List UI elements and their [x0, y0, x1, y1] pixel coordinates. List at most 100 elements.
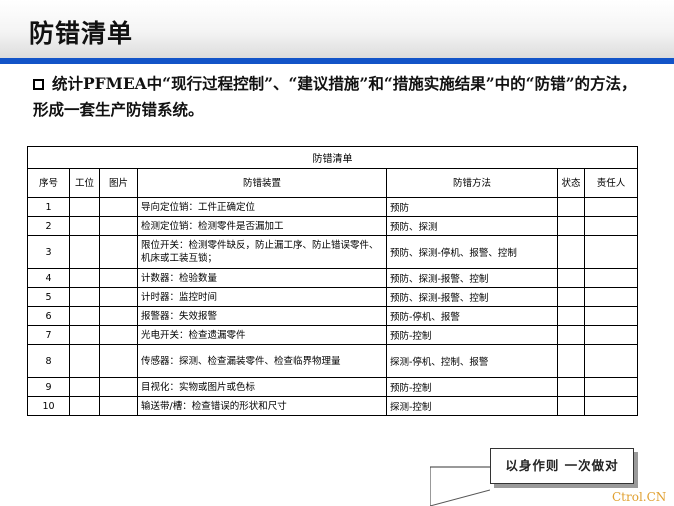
stamp-connector-lines	[430, 466, 490, 506]
cell-owner	[583, 344, 639, 378]
cell-owner	[583, 377, 639, 397]
square-bullet-icon	[33, 79, 44, 90]
cell-device: 光电开关：检查遗漏零件	[137, 325, 387, 345]
cell-no: 10	[27, 396, 70, 416]
cell-device: 导向定位销：工件正确定位	[137, 197, 387, 217]
cell-image	[99, 344, 138, 378]
table-row: 7 光电开关：检查遗漏零件 预防-控制	[27, 325, 639, 345]
header-image: 图片	[99, 168, 138, 198]
cell-station	[69, 216, 100, 236]
table-row: 5 计时器：监控时间 预防、探测-报警、控制	[27, 287, 639, 307]
cell-station	[69, 325, 100, 345]
cell-device: 计数器：检验数量	[137, 268, 387, 288]
cell-image	[99, 197, 138, 217]
header-method: 防错方法	[386, 168, 558, 198]
cell-no: 3	[27, 235, 70, 269]
cell-owner	[583, 306, 639, 326]
cell-status	[557, 197, 585, 217]
cell-owner	[583, 396, 639, 416]
page-title: 防错清单	[29, 19, 134, 48]
title-rule	[0, 58, 674, 64]
header-status: 状态	[557, 168, 585, 198]
table-row: 4 计数器：检验数量 预防、探测-报警、控制	[27, 268, 639, 288]
cell-no: 6	[27, 306, 70, 326]
cell-device: 传感器：探测、检查漏装零件、检查临界物理量	[137, 344, 387, 378]
cell-image	[99, 235, 138, 269]
cell-method: 预防-停机、报警	[386, 306, 558, 326]
cell-method: 预防	[386, 197, 558, 217]
cell-status	[557, 396, 585, 416]
table-body: 1 导向定位销：工件正确定位 预防 2 检测定位销：检测零件是否漏加工 预防、探测 3 限位开…	[27, 197, 639, 416]
cell-image	[99, 396, 138, 416]
cell-no: 5	[27, 287, 70, 307]
cell-method: 预防、探测-报警、控制	[386, 268, 558, 288]
cell-method: 预防、探测	[386, 216, 558, 236]
cell-owner	[583, 197, 639, 217]
cell-no: 2	[27, 216, 70, 236]
header-device: 防错装置	[137, 168, 387, 198]
table-row: 6 报警器：失效报警 预防-停机、报警	[27, 306, 639, 326]
table-row: 9 目视化：实物或图片或色标 预防-控制	[27, 377, 639, 397]
cell-no: 4	[27, 268, 70, 288]
cell-station	[69, 197, 100, 217]
cell-image	[99, 287, 138, 307]
cell-image	[99, 216, 138, 236]
cell-status	[557, 216, 585, 236]
intro-text: 统计PFMEA中“现行过程控制”、“建议措施”和“措施实施结果”中的“防错”的方…	[33, 74, 637, 119]
header-station: 工位	[69, 168, 100, 198]
cell-owner	[583, 325, 639, 345]
cell-status	[557, 268, 585, 288]
cell-device: 输送带/槽：检查错误的形状和尺寸	[137, 396, 387, 416]
cell-station	[69, 396, 100, 416]
watermark: Ctrol.CN	[612, 490, 667, 504]
cell-station	[69, 235, 100, 269]
cell-device: 计时器：监控时间	[137, 287, 387, 307]
cell-device: 限位开关：检测零件缺反，防止漏工序、防止错误零件、机床或工装互锁；	[137, 235, 387, 269]
cell-no: 8	[27, 344, 70, 378]
motto-stamp: 以身作则 一次做对	[490, 448, 634, 484]
cell-device: 目视化：实物或图片或色标	[137, 377, 387, 397]
cell-owner	[583, 216, 639, 236]
cell-method: 探测-停机、控制、报警	[386, 344, 558, 378]
cell-no: 1	[27, 197, 70, 217]
cell-station	[69, 268, 100, 288]
header-owner: 责任人	[583, 168, 639, 198]
motto-text: 以身作则 一次做对	[505, 458, 619, 473]
cell-status	[557, 287, 585, 307]
cell-status	[557, 325, 585, 345]
cell-no: 7	[27, 325, 70, 345]
intro-paragraph: 统计PFMEA中“现行过程控制”、“建议措施”和“措施实施结果”中的“防错”的方…	[33, 71, 643, 123]
cell-station	[69, 377, 100, 397]
cell-status	[557, 306, 585, 326]
title-bar: 防错清单	[0, 0, 674, 58]
cell-method: 预防、探测-停机、报警、控制	[386, 235, 558, 269]
cell-status	[557, 344, 585, 378]
cell-device: 报警器：失效报警	[137, 306, 387, 326]
error-proofing-table: 防错清单 序号 工位 图片 防错装置 防错方法 状态 责任人 1 导向定位销：工件…	[26, 146, 639, 416]
table-row: 8 传感器：探测、检查漏装零件、检查临界物理量 探测-停机、控制、报警	[27, 344, 639, 378]
cell-station	[69, 344, 100, 378]
cell-image	[99, 268, 138, 288]
table-row: 1 导向定位销：工件正确定位 预防	[27, 197, 639, 217]
cell-no: 9	[27, 377, 70, 397]
cell-status	[557, 235, 585, 269]
cell-owner	[583, 287, 639, 307]
cell-method: 预防-控制	[386, 377, 558, 397]
table-row: 3 限位开关：检测零件缺反，防止漏工序、防止错误零件、机床或工装互锁； 预防、探测-…	[27, 235, 639, 269]
cell-image	[99, 306, 138, 326]
cell-station	[69, 287, 100, 307]
cell-owner	[583, 235, 639, 269]
cell-owner	[583, 268, 639, 288]
table-row: 10 输送带/槽：检查错误的形状和尺寸 探测-控制	[27, 396, 639, 416]
cell-method: 预防、探测-报警、控制	[386, 287, 558, 307]
table-caption: 防错清单	[26, 146, 639, 169]
header-no: 序号	[27, 168, 70, 198]
cell-device: 检测定位销：检测零件是否漏加工	[137, 216, 387, 236]
cell-method: 预防-控制	[386, 325, 558, 345]
cell-station	[69, 306, 100, 326]
cell-image	[99, 325, 138, 345]
cell-status	[557, 377, 585, 397]
table-row: 2 检测定位销：检测零件是否漏加工 预防、探测	[27, 216, 639, 236]
cell-image	[99, 377, 138, 397]
cell-method: 探测-控制	[386, 396, 558, 416]
